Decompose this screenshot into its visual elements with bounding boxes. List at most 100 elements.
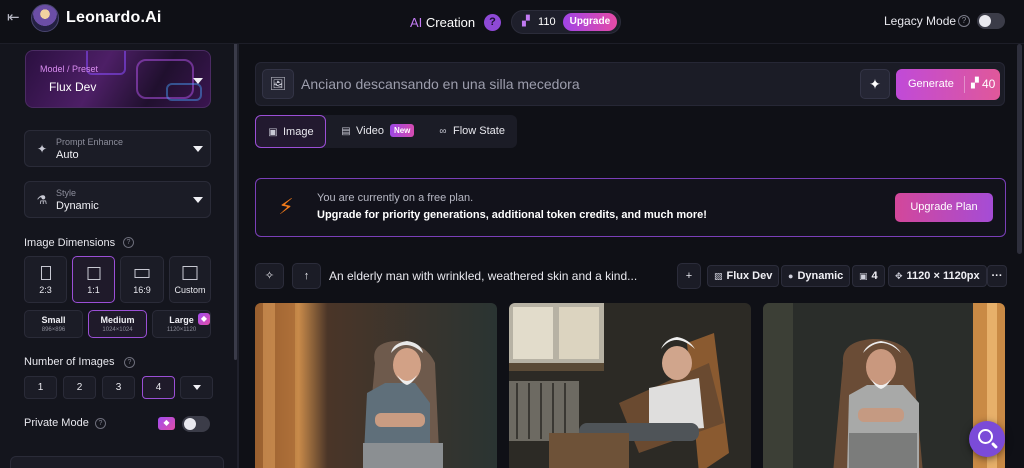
model-icon: ▨ bbox=[714, 271, 723, 281]
user-avatar-logo[interactable] bbox=[31, 4, 59, 32]
ai-creation-title[interactable]: AI Creation bbox=[410, 15, 475, 30]
generated-image[interactable] bbox=[255, 303, 497, 468]
prompt-enhance-select[interactable]: ✦ Prompt Enhance Auto bbox=[24, 130, 211, 167]
tab-image[interactable]: ▣ Image bbox=[255, 115, 326, 148]
token-balance[interactable]: ▞ 110 Upgrade bbox=[511, 10, 622, 34]
ratio-label: 1:1 bbox=[87, 285, 100, 295]
size-chip[interactable]: ✥ 1120 × 1120px bbox=[888, 265, 987, 287]
model-chip[interactable]: ▨ Flux Dev bbox=[707, 265, 780, 287]
help-icon[interactable]: ? bbox=[484, 13, 502, 31]
main-scrollbar[interactable] bbox=[1017, 44, 1022, 254]
tab-video[interactable]: ▤ Video New bbox=[333, 115, 423, 148]
images-count-3-button[interactable]: 3 bbox=[102, 376, 135, 399]
images-count-1-button[interactable]: 1 bbox=[24, 376, 57, 399]
ratio-1-1-button[interactable]: 1:1 bbox=[72, 256, 115, 303]
reuse-prompt-arrow-icon[interactable]: ↑ bbox=[292, 263, 321, 289]
ratio-custom-button[interactable]: Custom bbox=[169, 256, 211, 303]
token-icon: ▞ bbox=[522, 16, 530, 27]
sparkle-icon: ✦ bbox=[36, 142, 48, 156]
images-icon: ▣ bbox=[859, 271, 868, 281]
generate-cost: 40 bbox=[982, 77, 996, 91]
generate-button[interactable]: Generate ▞ 40 bbox=[896, 69, 1000, 100]
model-label: Model / Preset bbox=[40, 64, 99, 74]
private-help-icon[interactable]: ? bbox=[95, 418, 106, 429]
landscape-ratio-icon bbox=[134, 269, 150, 278]
image-count-chip[interactable]: ▣ 4 bbox=[852, 265, 885, 287]
ratio-label: 16:9 bbox=[133, 285, 151, 295]
plan-status-text: You are currently on a free plan. bbox=[317, 192, 474, 204]
images-count-4-button[interactable]: 4 bbox=[142, 376, 175, 399]
back-arrow-icon[interactable]: ⇤ bbox=[7, 10, 27, 26]
tab-label: Flow State bbox=[453, 125, 505, 137]
resize-arrows-icon: ✥ bbox=[895, 271, 903, 281]
upgrade-button[interactable]: Upgrade bbox=[562, 13, 618, 31]
private-mode-label: Private Mode bbox=[24, 417, 89, 429]
search-icon-circle bbox=[978, 429, 993, 444]
images-count-more-button[interactable] bbox=[180, 376, 213, 399]
toggle-knob bbox=[184, 418, 196, 430]
number-help-icon[interactable]: ? bbox=[124, 357, 135, 368]
private-mode-toggle[interactable] bbox=[182, 416, 210, 432]
brand-name: Leonardo.Ai bbox=[66, 9, 162, 26]
legacy-mode-toggle[interactable] bbox=[977, 13, 1005, 29]
new-badge: New bbox=[389, 124, 415, 137]
search-icon[interactable] bbox=[969, 421, 1005, 457]
add-icon[interactable]: + bbox=[677, 263, 701, 289]
size-dims: 1024×1024 bbox=[102, 327, 133, 333]
model-preset-select[interactable]: Model / Preset Flux Dev bbox=[25, 50, 211, 108]
free-plan-banner bbox=[255, 178, 1006, 237]
prompt-input[interactable]: Anciano descansando en una silla mecedor… bbox=[301, 76, 580, 92]
portrait-ratio-icon bbox=[40, 266, 51, 280]
ratio-label: Custom bbox=[174, 285, 206, 295]
chip-label: Dynamic bbox=[797, 270, 844, 282]
generation-prompt-text[interactable]: An elderly man with wrinkled, weathered … bbox=[329, 269, 637, 283]
video-icon: ▤ bbox=[341, 126, 351, 137]
chip-label: Flux Dev bbox=[726, 270, 773, 282]
image-dimensions-title: Image Dimensions bbox=[24, 237, 116, 249]
upgrade-plan-button[interactable]: Upgrade Plan bbox=[895, 193, 993, 222]
ratio-16-9-button[interactable]: 16:9 bbox=[120, 256, 164, 303]
tab-label: Image bbox=[283, 126, 314, 138]
magic-wand-icon[interactable]: ✧ bbox=[255, 263, 284, 289]
chevron-down-icon bbox=[193, 385, 201, 390]
model-value: Flux Dev bbox=[49, 80, 97, 94]
size-dims: 896×896 bbox=[41, 327, 66, 333]
generated-image[interactable] bbox=[509, 303, 751, 468]
more-options-button[interactable]: ··· bbox=[987, 265, 1007, 287]
toggle-knob bbox=[979, 15, 991, 27]
legacy-help-icon[interactable]: ? bbox=[958, 15, 970, 27]
image-upload-icon[interactable]: 🖼 bbox=[262, 69, 294, 99]
creation-header: AI Creation ? ▞ 110 Upgrade bbox=[410, 10, 622, 34]
premium-gem-icon: ◆ bbox=[158, 417, 175, 430]
chevron-down-icon bbox=[193, 197, 203, 203]
app-root: ⇤ Leonardo.Ai AI Creation ? ▞ 110 Upgrad… bbox=[0, 0, 1024, 468]
prompt-sparkle-icon[interactable]: ✦ bbox=[860, 69, 890, 99]
size-large-button[interactable]: Large 1120×1120 ◆ bbox=[152, 310, 211, 338]
generate-label: Generate bbox=[908, 78, 954, 90]
tab-flow-state[interactable]: ∞ Flow State bbox=[429, 115, 515, 148]
size-small-button[interactable]: Small 896×896 bbox=[24, 310, 83, 338]
generate-divider bbox=[964, 76, 965, 93]
drop-icon: ● bbox=[788, 271, 794, 281]
sidebar-scrollbar[interactable] bbox=[234, 40, 237, 360]
token-count: 110 bbox=[538, 16, 556, 28]
style-value: Dynamic bbox=[56, 200, 99, 212]
plan-upsell-text: Upgrade for priority generations, additi… bbox=[317, 209, 707, 221]
style-chip[interactable]: ● Dynamic bbox=[781, 265, 851, 287]
sidebar-next-section bbox=[10, 456, 224, 468]
search-icon-handle bbox=[990, 441, 999, 450]
model-thumbnail-decor bbox=[166, 83, 202, 101]
size-name: Medium bbox=[100, 315, 135, 325]
prompt-enhance-value: Auto bbox=[56, 149, 79, 161]
style-select[interactable]: ⚗ Style Dynamic bbox=[24, 181, 211, 218]
size-name: Small bbox=[41, 315, 66, 325]
tab-label: Video bbox=[356, 125, 384, 137]
square-ratio-icon bbox=[87, 267, 100, 280]
dimensions-help-icon[interactable]: ? bbox=[123, 237, 134, 248]
ratio-2-3-button[interactable]: 2:3 bbox=[24, 256, 67, 303]
chevron-down-icon bbox=[193, 146, 203, 152]
bolt-icon: ⚡ bbox=[278, 194, 294, 219]
images-count-2-button[interactable]: 2 bbox=[63, 376, 96, 399]
mode-tabs: ▣ Image ▤ Video New ∞ Flow State bbox=[255, 115, 517, 148]
size-medium-button[interactable]: Medium 1024×1024 bbox=[88, 310, 147, 338]
